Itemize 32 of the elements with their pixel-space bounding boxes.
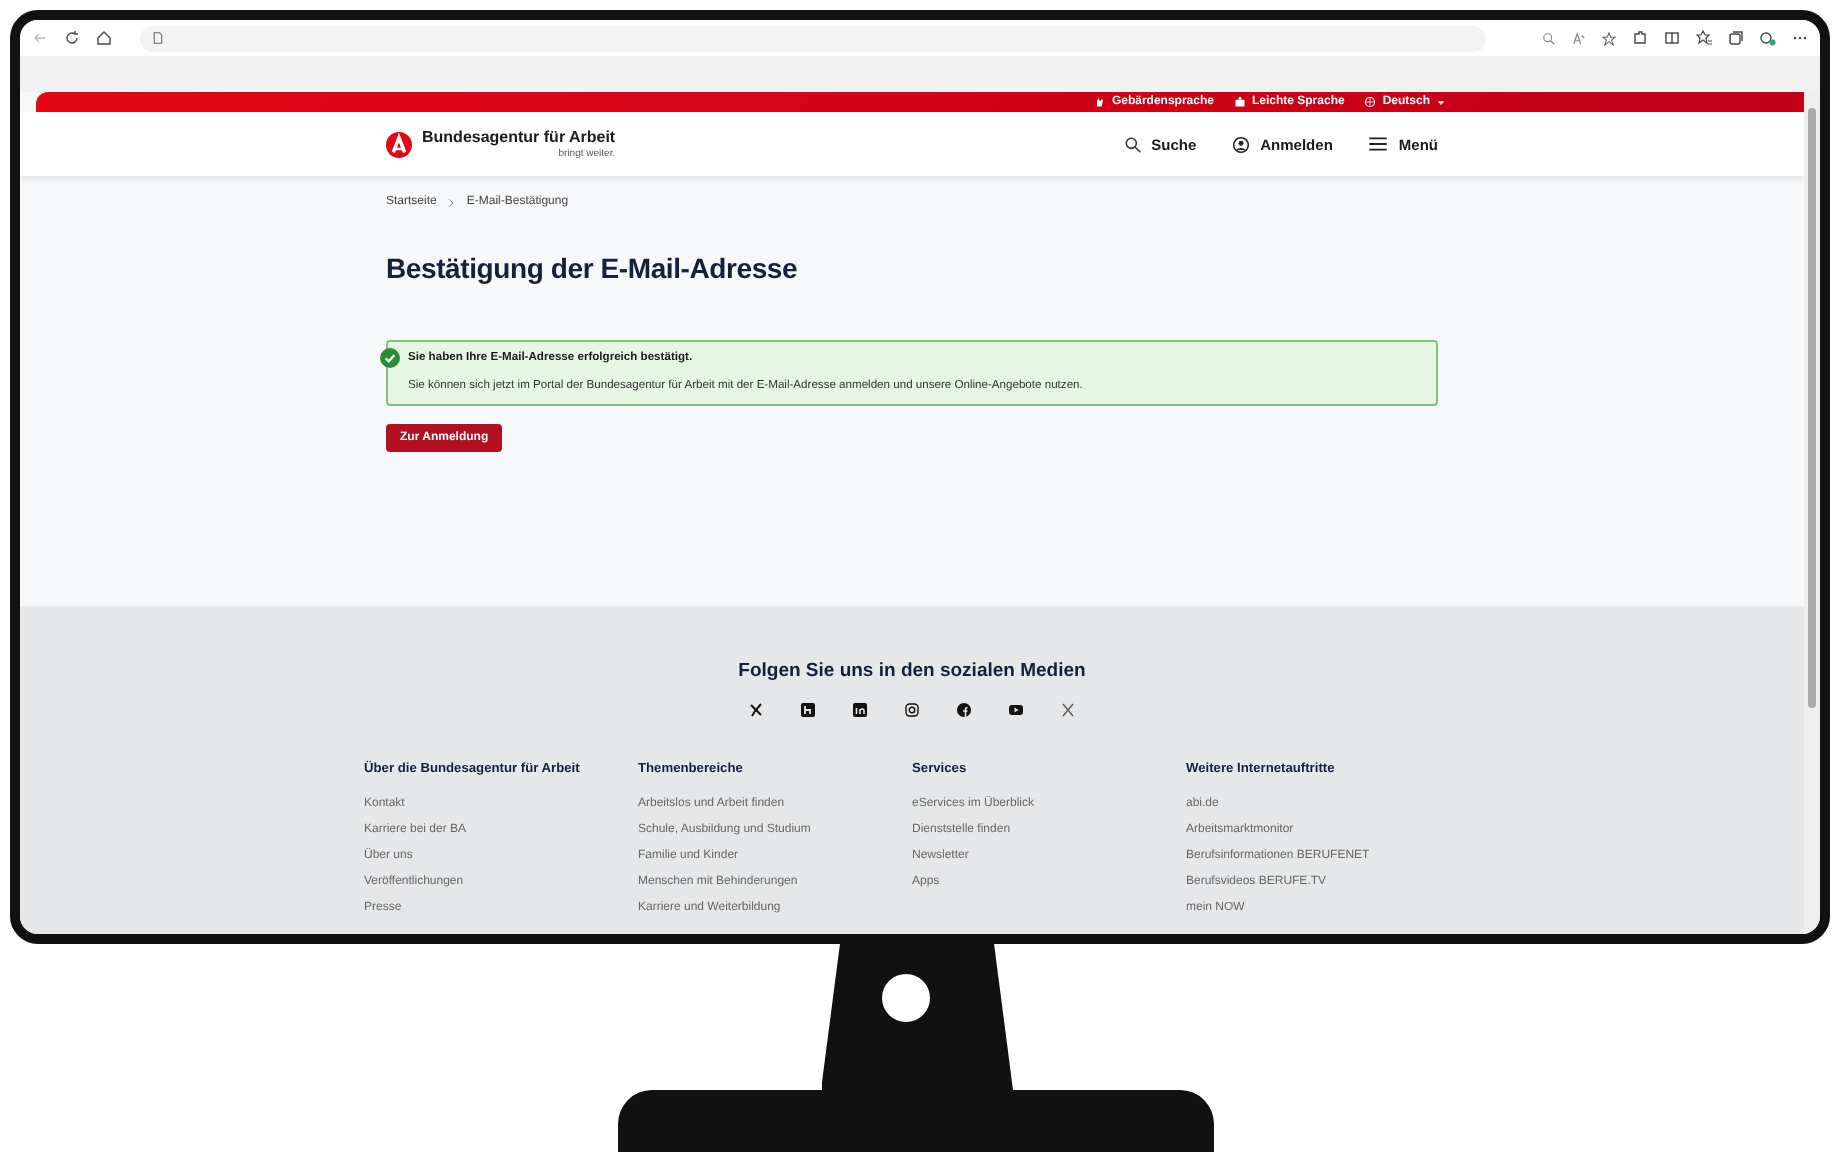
f-circle-icon — [956, 702, 972, 718]
h-square-icon — [800, 702, 816, 718]
logo-name: Bundesagentur für Arbeit — [422, 128, 616, 146]
split-screen-icon — [1664, 30, 1680, 46]
back-arrow-icon — [32, 30, 48, 46]
globe-icon — [1364, 96, 1377, 108]
hand-icon — [1093, 96, 1106, 108]
zoom-icon — [1542, 31, 1556, 45]
page-title: Bestätigung der E-Mail-Adresse — [386, 252, 800, 284]
collections-icon — [1728, 30, 1744, 46]
menu-icon — [1368, 134, 1389, 154]
user-icon — [1232, 135, 1251, 153]
read-aloud-icon — [1572, 31, 1586, 45]
camera-icon — [904, 702, 920, 718]
social-heading: Folgen Sie uns in den sozialen Medien — [738, 660, 1086, 682]
book-icon — [1233, 96, 1246, 108]
star-icon — [1602, 31, 1616, 45]
search-icon — [1123, 135, 1142, 153]
reload-icon — [64, 30, 80, 46]
check-circle-icon — [380, 348, 400, 368]
copilot-icon — [1760, 30, 1776, 46]
home-icon — [96, 30, 112, 46]
chevron-icon — [446, 197, 457, 207]
in-square-icon — [852, 702, 868, 718]
caret-icon — [1436, 97, 1446, 107]
favorites-icon — [1696, 30, 1712, 46]
extensions-icon — [1632, 30, 1648, 46]
x-letter-icon — [1060, 702, 1076, 718]
cross-mark-icon — [748, 702, 764, 718]
page-icon — [152, 32, 164, 44]
play-icon — [1008, 702, 1024, 718]
logo-icon — [386, 131, 412, 157]
